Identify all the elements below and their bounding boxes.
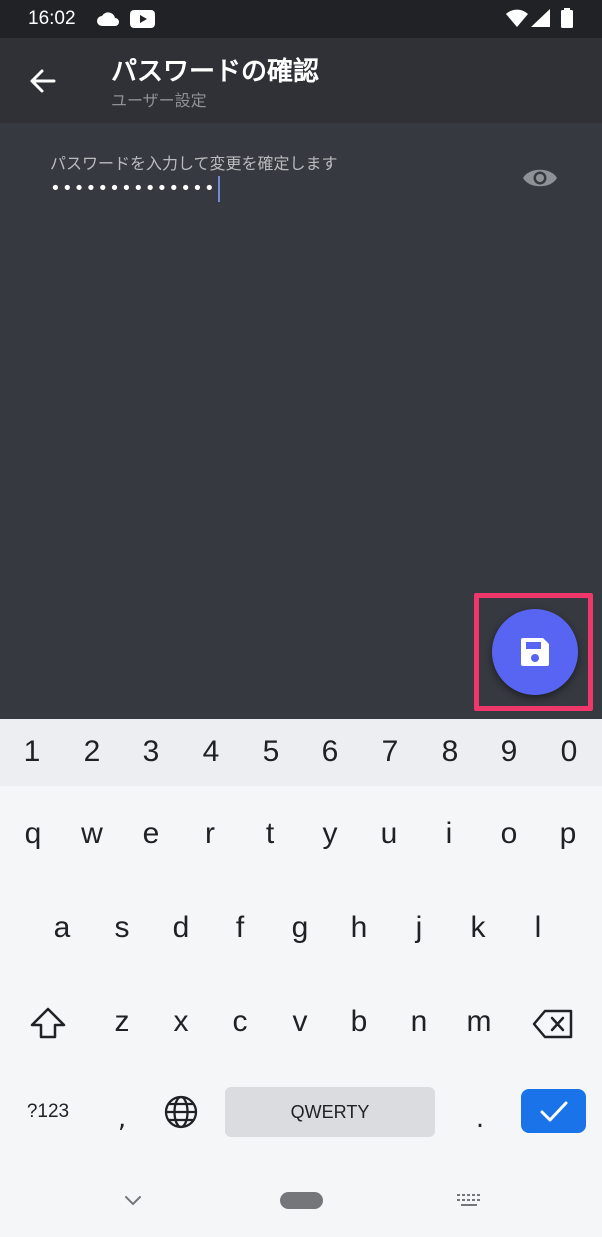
key-8[interactable]: 8 [425,735,475,769]
key-v[interactable]: v [275,1005,325,1039]
key-m[interactable]: m [454,1005,504,1039]
page-subtitle: ユーザー設定 [111,91,207,110]
key-a[interactable]: a [37,911,87,945]
key-2[interactable]: 2 [67,735,117,769]
keyboard-number-row: 1 2 3 4 5 6 7 8 9 0 [0,719,602,786]
home-pill[interactable] [280,1192,323,1209]
key-s[interactable]: s [97,911,147,945]
key-d[interactable]: d [156,911,206,945]
youtube-icon [130,10,155,28]
key-w[interactable]: w [67,817,117,851]
wifi-icon [506,9,528,27]
globe-icon[interactable] [163,1094,199,1130]
key-y[interactable]: y [305,817,355,851]
key-g[interactable]: g [275,911,325,945]
shift-icon[interactable] [29,1006,67,1040]
key-5[interactable]: 5 [246,735,296,769]
key-b[interactable]: b [334,1005,384,1039]
key-u[interactable]: u [364,817,414,851]
chevron-down-icon[interactable] [122,1193,144,1207]
password-value: •••••••••••••• [50,178,216,199]
key-1[interactable]: 1 [7,735,57,769]
key-h[interactable]: h [334,911,384,945]
password-input[interactable]: •••••••••••••• [50,176,220,204]
enter-button[interactable] [521,1089,586,1133]
key-t[interactable]: t [245,817,295,851]
space-bar[interactable]: QWERTY [225,1087,435,1137]
soft-keyboard: 1 2 3 4 5 6 7 8 9 0 q w e r t y u i o p … [0,719,602,1237]
key-i[interactable]: i [424,817,474,851]
cloud-icon [97,12,119,26]
backspace-icon[interactable] [532,1009,574,1039]
key-3[interactable]: 3 [126,735,176,769]
key-7[interactable]: 7 [365,735,415,769]
symbols-key[interactable]: ?123 [12,1101,84,1123]
app-bar: パスワードの確認 ユーザー設定 [0,38,602,123]
battery-icon [561,8,573,28]
checkmark-icon [540,1101,568,1122]
save-button[interactable] [492,609,578,695]
key-o[interactable]: o [484,817,534,851]
key-e[interactable]: e [126,817,176,851]
status-time: 16:02 [28,8,76,29]
key-p[interactable]: p [543,817,593,851]
key-n[interactable]: n [394,1005,444,1039]
key-x[interactable]: x [156,1005,206,1039]
eye-icon[interactable] [522,163,558,193]
key-z[interactable]: z [97,1005,147,1039]
key-f[interactable]: f [215,911,265,945]
key-j[interactable]: j [394,911,444,945]
page-title: パスワードの確認 [111,57,320,87]
status-bar: 16:02 [0,0,602,38]
key-6[interactable]: 6 [305,735,355,769]
password-field-label: パスワードを入力して変更を確定します [50,154,338,173]
key-0[interactable]: 0 [544,735,594,769]
key-c[interactable]: c [215,1005,265,1039]
key-r[interactable]: r [185,817,235,851]
save-floppy-icon [521,638,549,666]
key-9[interactable]: 9 [484,735,534,769]
key-k[interactable]: k [453,911,503,945]
key-q[interactable]: q [8,817,58,851]
signal-icon [531,9,550,27]
key-l[interactable]: l [513,911,563,945]
key-period[interactable]: . [470,1104,490,1134]
text-cursor [217,176,220,202]
key-comma[interactable]: , [112,1104,132,1134]
key-4[interactable]: 4 [186,735,236,769]
keyboard-switch-icon[interactable] [456,1192,482,1210]
arrow-left-icon[interactable] [26,64,60,98]
